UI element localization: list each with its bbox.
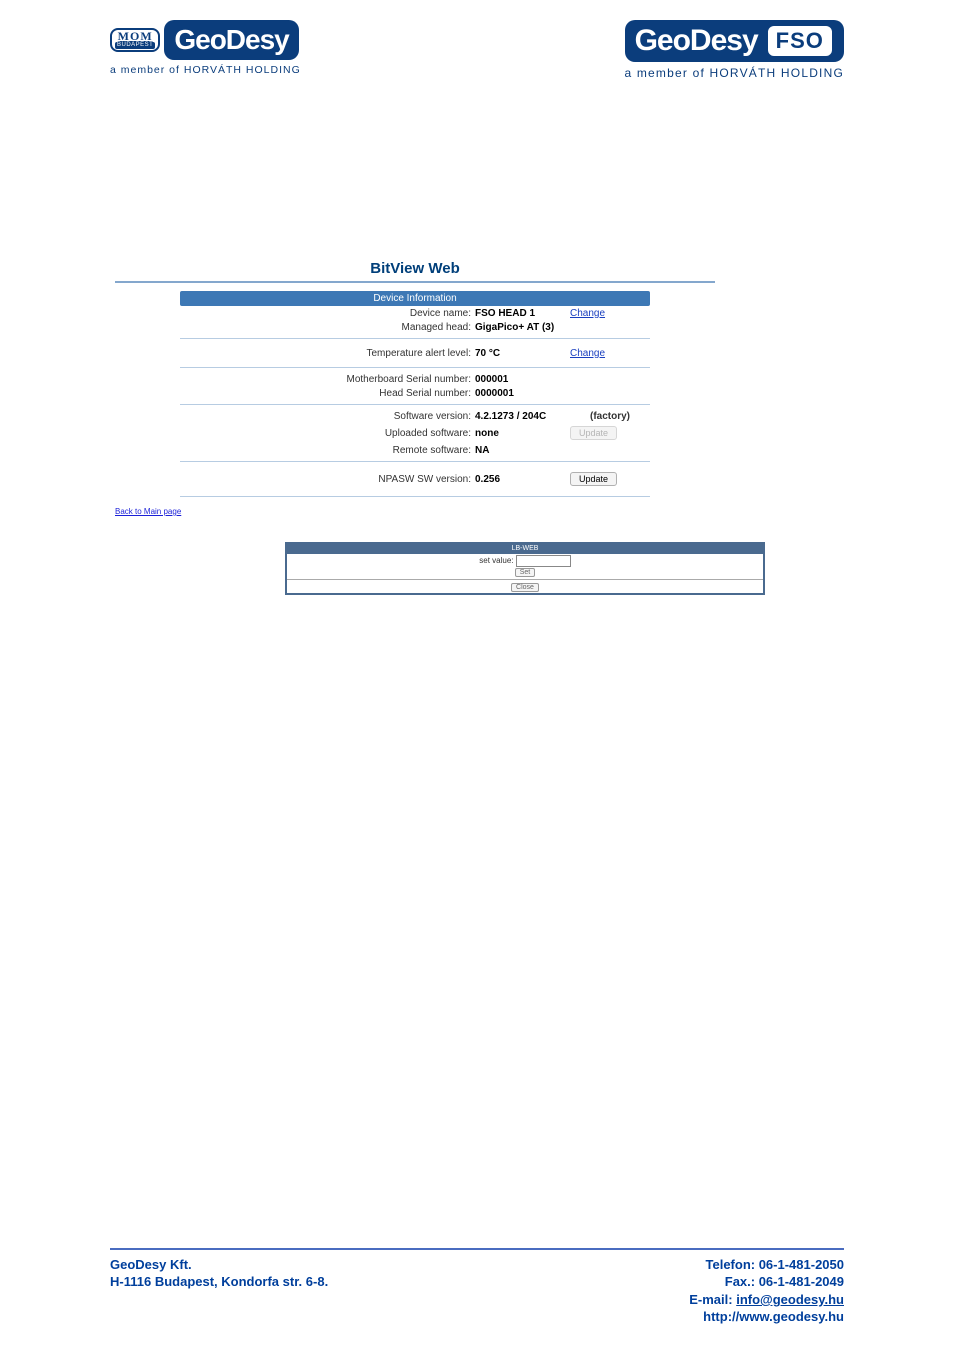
lbweb-header: LB-WEB <box>287 544 763 554</box>
logo-left-wrap: MOM BUDAPEST GeoDesy <box>110 20 301 60</box>
label-remote-sw: Remote software: <box>180 445 475 456</box>
label-sw-version: Software version: <box>180 411 475 422</box>
row-sw-version: Software version: 4.2.1273 / 204C (facto… <box>180 409 650 423</box>
value-uploaded-sw: none <box>475 428 570 439</box>
logo-right-main: GeoDesy FSO <box>625 20 844 62</box>
change-device-name-link[interactable]: Change <box>570 308 605 319</box>
value-head-serial: 0000001 <box>475 388 570 399</box>
value-temp-alert: 70 °C <box>475 348 570 359</box>
update-sw-button-disabled: Update <box>570 426 617 440</box>
logo-left-main: GeoDesy <box>164 20 298 60</box>
divider <box>180 496 650 497</box>
row-npasw: NPASW SW version: 0.256 Update <box>180 466 650 492</box>
label-npasw: NPASW SW version: <box>180 474 475 485</box>
row-uploaded-sw: Uploaded software: none Update <box>180 423 650 443</box>
row-remote-sw: Remote software: NA <box>180 443 650 457</box>
value-mb-serial: 000001 <box>475 374 570 385</box>
logo-right-block: GeoDesy FSO a member of HORVÁTH HOLDING <box>624 20 844 80</box>
logo-left-badge-bottom: BUDAPEST <box>115 42 155 49</box>
footer-right: Telefon: 06-1-481-2050 Fax.: 06-1-481-20… <box>689 1256 844 1326</box>
lbweb-set-button[interactable]: Set <box>515 568 536 577</box>
label-temp-alert: Temperature alert level: <box>180 348 475 359</box>
panel-header: Device Information <box>180 291 650 306</box>
lbweb-popup: LB-WEB set value: Set Close <box>285 542 765 595</box>
logo-left-badge-top: MOM <box>118 31 153 42</box>
value-remote-sw: NA <box>475 445 570 456</box>
footer-web: http://www.geodesy.hu <box>689 1308 844 1326</box>
label-mb-serial: Motherboard Serial number: <box>180 374 475 385</box>
value-device-name: FSO HEAD 1 <box>475 308 570 319</box>
factory-label: (factory) <box>590 411 630 422</box>
back-main-link[interactable]: Back to Main page <box>115 507 715 516</box>
footer-divider <box>110 1248 844 1250</box>
lbweb-close-button[interactable]: Close <box>511 583 539 592</box>
row-head-serial: Head Serial number: 0000001 <box>180 386 650 400</box>
logo-right-fso-pill: FSO <box>766 24 834 58</box>
divider <box>287 579 763 580</box>
row-device-name: Device name: FSO HEAD 1 Change <box>180 306 650 320</box>
footer-fax: Fax.: 06-1-481-2049 <box>689 1273 844 1291</box>
logo-right-tagline: a member of HORVÁTH HOLDING <box>624 66 844 80</box>
footer-address: H-1116 Budapest, Kondorfa str. 6-8. <box>110 1273 328 1291</box>
row-managed-head: Managed head: GigaPico+ AT (3) <box>180 320 650 334</box>
lbweb-set-label: set value: <box>479 556 513 565</box>
lbweb-body: set value: Set Close <box>287 554 763 593</box>
label-head-serial: Head Serial number: <box>180 388 475 399</box>
label-uploaded-sw: Uploaded software: <box>180 428 475 439</box>
title-underline <box>115 281 715 283</box>
footer-left: GeoDesy Kft. H-1116 Budapest, Kondorfa s… <box>110 1256 328 1326</box>
footer-company: GeoDesy Kft. <box>110 1256 328 1274</box>
value-npasw: 0.256 <box>475 474 570 485</box>
divider <box>180 461 650 462</box>
value-managed-head: GigaPico+ AT (3) <box>475 322 570 333</box>
label-managed-head: Managed head: <box>180 322 475 333</box>
value-sw-version: 4.2.1273 / 204C <box>475 411 590 422</box>
footer-email-link[interactable]: info@geodesy.hu <box>736 1292 844 1307</box>
footer-row: GeoDesy Kft. H-1116 Budapest, Kondorfa s… <box>110 1256 844 1326</box>
logo-left-tagline: a member of HORVÁTH HOLDING <box>110 64 301 76</box>
footer-email-line: E-mail: info@geodesy.hu <box>689 1291 844 1309</box>
page-footer: GeoDesy Kft. H-1116 Budapest, Kondorfa s… <box>110 1248 844 1326</box>
divider <box>180 338 650 339</box>
divider <box>180 367 650 368</box>
label-device-name: Device name: <box>180 308 475 319</box>
change-temp-link[interactable]: Change <box>570 348 605 359</box>
page-title: BitView Web <box>115 260 715 277</box>
page-header: MOM BUDAPEST GeoDesy a member of HORVÁTH… <box>0 0 954 80</box>
logo-left-badge: MOM BUDAPEST <box>110 28 160 52</box>
update-npasw-button[interactable]: Update <box>570 472 617 486</box>
divider <box>180 404 650 405</box>
logo-right-text: GeoDesy <box>635 24 758 58</box>
bitview-content: BitView Web Device Information Device na… <box>115 260 715 516</box>
footer-email-label: E-mail: <box>689 1292 736 1307</box>
footer-phone: Telefon: 06-1-481-2050 <box>689 1256 844 1274</box>
row-temp-alert: Temperature alert level: 70 °C Change <box>180 343 650 363</box>
device-info-panel: Device Information Device name: FSO HEAD… <box>180 291 650 497</box>
row-mb-serial: Motherboard Serial number: 000001 <box>180 372 650 386</box>
logo-left-block: MOM BUDAPEST GeoDesy a member of HORVÁTH… <box>110 20 301 76</box>
lbweb-value-input[interactable] <box>516 555 571 567</box>
